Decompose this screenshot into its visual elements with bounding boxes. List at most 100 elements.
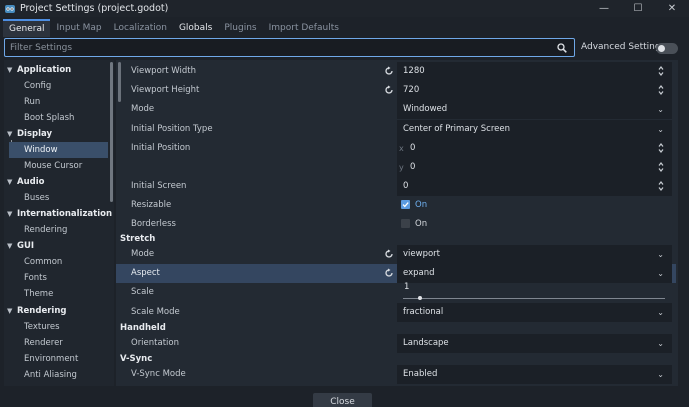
setting-label: Scale xyxy=(131,287,154,297)
viewport-width-value: 1280 xyxy=(403,66,425,76)
tab-general[interactable]: General xyxy=(3,19,51,37)
slider-handle[interactable] xyxy=(418,296,422,300)
chevron-down-icon: ⌄ xyxy=(657,308,664,317)
spin-arrows-icon[interactable] xyxy=(658,84,664,96)
slider-track[interactable] xyxy=(403,298,665,299)
scale-mode-dropdown[interactable]: fractional ⌄ xyxy=(397,303,672,322)
settings-sidebar: ▼ Application Config Run Boot Splash ▼ Dis… xyxy=(4,60,114,386)
sidebar-item-run[interactable]: Run xyxy=(4,94,108,110)
setting-label: Resizable xyxy=(131,200,172,210)
viewport-width-field[interactable]: 1280 xyxy=(397,62,672,81)
close-button[interactable]: Close xyxy=(313,393,372,407)
spin-arrows-icon[interactable] xyxy=(658,65,664,77)
borderless-checkbox[interactable] xyxy=(401,219,410,228)
sidebar-item-label: Internationalization xyxy=(17,209,113,219)
stretch-aspect-dropdown[interactable]: expand ⌄ xyxy=(397,264,672,283)
sidebar-item-theme[interactable]: Theme xyxy=(4,286,108,302)
sidebar-category-gui[interactable]: ▼ GUI xyxy=(4,238,108,254)
initial-position-x-field[interactable]: 0 xyxy=(397,139,672,158)
reset-icon[interactable] xyxy=(384,249,394,259)
sidebar-scrollbar[interactable] xyxy=(110,62,113,202)
maximize-button[interactable]: ☐ xyxy=(621,0,655,17)
sidebar-item-common[interactable]: Common xyxy=(4,254,108,270)
initial-position-y-field[interactable]: 0 xyxy=(397,158,672,177)
vsync-mode-value: Enabled xyxy=(403,369,438,379)
setting-label: Initial Position xyxy=(131,143,191,153)
chevron-down-icon: ⌄ xyxy=(657,125,664,134)
resizable-value: On xyxy=(415,200,428,210)
vsync-mode-dropdown[interactable]: Enabled ⌄ xyxy=(397,365,672,384)
initial-screen-field[interactable]: 0 xyxy=(397,177,672,196)
viewport-height-value: 720 xyxy=(403,85,420,95)
viewport-height-field[interactable]: 720 xyxy=(397,81,672,100)
reset-icon[interactable] xyxy=(384,66,394,76)
setting-stretch-mode: Mode viewport ⌄ xyxy=(116,245,676,264)
sidebar-item-config[interactable]: Config xyxy=(4,78,108,94)
close-window-button[interactable]: ✕ xyxy=(655,0,689,17)
sidebar-item-anti-aliasing[interactable]: Anti Aliasing xyxy=(4,367,108,383)
sidebar-item-rendering[interactable]: Rendering xyxy=(4,222,108,238)
sidebar-item-label: GUI xyxy=(17,241,35,251)
title-bar: Project Settings (project.godot) — ☐ ✕ xyxy=(0,0,689,17)
window-title: Project Settings (project.godot) xyxy=(20,3,169,14)
godot-logo-icon xyxy=(4,3,16,14)
sidebar-category-display[interactable]: ▼ Display xyxy=(4,126,108,142)
sidebar-category-application[interactable]: ▼ Application xyxy=(4,62,108,78)
advanced-settings-toggle[interactable] xyxy=(656,43,678,54)
sidebar-item-boot-splash[interactable]: Boot Splash xyxy=(4,110,108,126)
resizable-checkbox[interactable] xyxy=(401,200,410,209)
sidebar-category-rendering[interactable]: ▼ Rendering xyxy=(4,303,108,319)
setting-orientation: Orientation Landscape ⌄ xyxy=(116,334,676,353)
sidebar-category-internationalization[interactable]: ▼ Internationalization xyxy=(4,206,112,222)
reset-icon[interactable] xyxy=(384,85,394,95)
orientation-dropdown[interactable]: Landscape ⌄ xyxy=(397,334,672,353)
mode-dropdown[interactable]: Windowed ⌄ xyxy=(397,100,672,119)
setting-stretch-scale-mode: Scale Mode fractional ⌄ xyxy=(116,303,676,322)
setting-stretch-aspect: Aspect expand ⌄ xyxy=(116,264,676,283)
settings-tabs: General Input Map Localization Globals P… xyxy=(3,19,345,37)
sidebar-item-buses[interactable]: Buses xyxy=(4,190,108,206)
tab-globals[interactable]: Globals xyxy=(173,19,218,37)
tab-input-map[interactable]: Input Map xyxy=(50,19,107,37)
setting-label: Aspect xyxy=(131,268,160,278)
tab-import-defaults[interactable]: Import Defaults xyxy=(263,19,345,37)
minimize-button[interactable]: — xyxy=(587,0,621,17)
initial-position-type-dropdown[interactable]: Center of Primary Screen ⌄ xyxy=(397,120,672,139)
setting-label: Mode xyxy=(131,104,155,114)
sidebar-item-fonts[interactable]: Fonts xyxy=(4,270,108,286)
setting-initial-screen: Initial Screen 0 xyxy=(116,177,676,196)
sidebar-item-mouse-cursor[interactable]: Mouse Cursor xyxy=(4,158,108,174)
tab-localization[interactable]: Localization xyxy=(108,19,173,37)
setting-borderless: Borderless On xyxy=(116,215,676,234)
initial-position-y-value: 0 xyxy=(410,162,416,172)
spin-arrows-icon[interactable] xyxy=(658,180,664,192)
sidebar-item-renderer[interactable]: Renderer xyxy=(4,335,108,351)
chevron-down-icon: ⌄ xyxy=(657,370,664,379)
filter-placeholder: Filter Settings xyxy=(10,42,73,53)
settings-inspector: Viewport Width 1280 Viewport Height 720 … xyxy=(116,60,678,386)
spin-arrows-icon[interactable] xyxy=(658,142,664,154)
setting-initial-position-type: Initial Position Type Center of Primary … xyxy=(116,120,676,139)
sidebar-item-window[interactable]: Window xyxy=(9,142,108,158)
setting-label: V-Sync Mode xyxy=(131,369,186,379)
reset-icon[interactable] xyxy=(384,268,394,278)
scale-mode-value: fractional xyxy=(403,307,444,317)
search-icon xyxy=(555,41,569,55)
advanced-settings-label: Advanced Settings xyxy=(581,42,666,52)
sidebar-item-environment[interactable]: Environment xyxy=(4,351,108,367)
stretch-scale-slider[interactable]: 1 xyxy=(397,282,672,302)
sidebar-item-textures[interactable]: Textures xyxy=(4,319,108,335)
stretch-mode-dropdown[interactable]: viewport ⌄ xyxy=(397,245,672,264)
spin-arrows-icon[interactable] xyxy=(658,161,664,173)
chevron-down-icon: ⌄ xyxy=(657,339,664,348)
setting-mode: Mode Windowed ⌄ xyxy=(116,100,676,119)
chevron-down-icon: ⌄ xyxy=(657,269,664,278)
chevron-down-icon: ⌄ xyxy=(657,250,664,259)
sidebar-category-audio[interactable]: ▼ Audio xyxy=(4,174,108,190)
tab-plugins[interactable]: Plugins xyxy=(218,19,262,37)
y-axis-label: y xyxy=(399,163,404,172)
filter-settings-input[interactable]: Filter Settings xyxy=(4,38,575,57)
setting-label: Viewport Height xyxy=(131,85,200,95)
setting-label: Initial Position Type xyxy=(131,124,213,134)
initial-position-x-value: 0 xyxy=(410,143,416,153)
